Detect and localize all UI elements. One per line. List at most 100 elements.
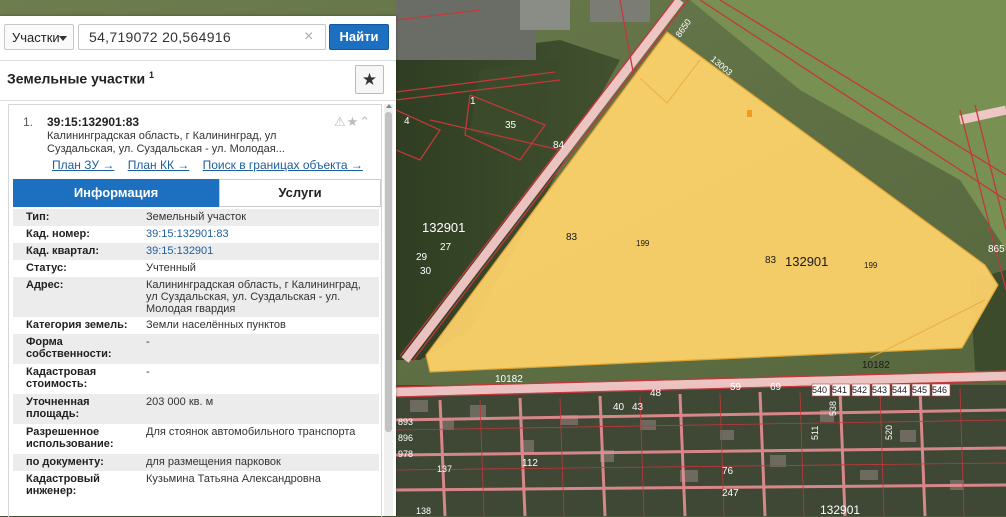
- search-panel: Участки × Найти Земельные участки 1 ★ 1.…: [0, 16, 396, 517]
- parcel-label-27: 27: [440, 242, 452, 253]
- parcel-label-138: 138: [416, 506, 431, 516]
- quarter-label-left: 132901: [422, 220, 465, 235]
- table-row: Адрес: Калининградская область, г Калини…: [13, 277, 379, 317]
- table-row: Разрешенное использование: Для стоянок а…: [13, 424, 379, 454]
- quarter-label-bottom: 132901: [820, 503, 860, 516]
- property-value: Земельный участок: [146, 211, 247, 223]
- result-index: 1.: [23, 115, 34, 129]
- parcel-label-40: 40: [613, 402, 625, 413]
- table-row: Кад. номер: 39:15:132901:83: [13, 226, 379, 243]
- parcel-label-69: 69: [770, 382, 782, 393]
- parcel-label-247: 247: [722, 488, 739, 499]
- scroll-thumb[interactable]: [385, 112, 392, 432]
- parcel-label-112: 112: [522, 458, 538, 469]
- parcel-label-29: 29: [416, 252, 428, 263]
- star-icon: ★: [361, 70, 378, 89]
- parcel-label-538: 538: [828, 401, 838, 416]
- section-title: Земельные участки 1: [7, 70, 154, 87]
- link-search-within[interactable]: Поиск в границах объекта →: [203, 158, 363, 172]
- parcel-label-83a: 83: [566, 232, 578, 243]
- quarter-label-main: 132901: [785, 254, 828, 269]
- property-key: Адрес:: [26, 279, 64, 291]
- search-input[interactable]: [78, 24, 326, 50]
- chevron-down-icon: [59, 36, 67, 41]
- table-row: Кадастровый инженер: Кузьмина Татьяна Ал…: [13, 471, 379, 501]
- property-key: Кад. номер:: [26, 228, 90, 240]
- table-row: Статус: Учтенный: [13, 260, 379, 277]
- property-value: Учтенный: [146, 262, 196, 274]
- parcel-label-893: 893: [398, 417, 413, 427]
- road-label-10182b: 10182: [862, 360, 890, 371]
- result-cad-number[interactable]: 39:15:132901:83: [47, 115, 139, 129]
- table-row: Кад. квартал: 39:15:132901: [13, 243, 379, 260]
- parcel-label-865: 865: [988, 244, 1005, 255]
- property-key: Тип:: [26, 211, 50, 223]
- search-type-label: Участки: [12, 30, 60, 45]
- parcel-label-30: 30: [420, 266, 432, 277]
- parcel-label-520: 520: [884, 425, 894, 440]
- table-row: Кадастровая стоимость: -: [13, 364, 379, 394]
- parcel-label-48: 48: [650, 388, 662, 399]
- parcel-label-59: 59: [730, 382, 742, 393]
- result-scrollbar[interactable]: [384, 104, 393, 516]
- road-label-10182a: 10182: [495, 374, 523, 385]
- property-key: Категория земель:: [26, 319, 128, 331]
- table-row: Категория земель: Земли населённых пункт…: [13, 317, 379, 334]
- parcel-label-137: 137: [437, 464, 452, 474]
- property-key: по документу:: [26, 456, 104, 468]
- search-bar: Участки × Найти: [0, 16, 396, 61]
- parcel-label-199a: 199: [636, 239, 650, 248]
- property-key: Кадастровый инженер:: [26, 473, 100, 497]
- parcel-label-83b: 83: [765, 255, 777, 266]
- result-action-icons[interactable]: ⚠★⌃: [334, 114, 371, 130]
- property-value: -: [146, 366, 150, 378]
- road-label-84: 84: [553, 140, 565, 151]
- parcel-label-43: 43: [632, 402, 644, 413]
- parcel-label-199b: 199: [864, 261, 878, 270]
- property-key: Статус:: [26, 262, 67, 274]
- result-links: План ЗУ → План КК → Поиск в границах объ…: [52, 158, 373, 172]
- property-key: Форма собственности:: [26, 336, 112, 360]
- favorites-button[interactable]: ★: [355, 65, 384, 94]
- properties-table: Тип: Земельный участок Кад. номер: 39:15…: [13, 209, 379, 501]
- table-row: по документу: для размещения парковок: [13, 454, 379, 471]
- parcel-label-978: 978: [398, 449, 413, 459]
- search-type-dropdown[interactable]: Участки: [4, 24, 74, 50]
- section-header: Земельные участки 1 ★: [0, 62, 396, 101]
- parcel-label-543: 543: [872, 385, 887, 395]
- parcel-label-896: 896: [398, 433, 413, 443]
- table-row: Форма собственности: -: [13, 334, 379, 364]
- section-title-text: Земельные участки: [7, 70, 146, 87]
- cad-number-link[interactable]: 39:15:132901:83: [146, 228, 379, 240]
- property-key: Разрешенное использование:: [26, 426, 114, 450]
- link-plan-kk[interactable]: План КК →: [128, 158, 190, 172]
- property-value: Для стоянок автомобильного транспорта: [146, 426, 356, 438]
- parcel-label-544: 544: [892, 385, 907, 395]
- scroll-up-icon[interactable]: [386, 104, 392, 108]
- property-key: Уточненная площадь:: [26, 396, 90, 420]
- tab-services[interactable]: Услуги: [219, 179, 381, 207]
- property-value: для размещения парковок: [146, 456, 281, 468]
- property-value: -: [146, 336, 150, 348]
- property-value: Калининградская область, г Калининград, …: [146, 279, 361, 315]
- link-plan-zu[interactable]: План ЗУ →: [52, 158, 114, 172]
- property-key: Кад. квартал:: [26, 245, 100, 257]
- table-row: Уточненная площадь: 203 000 кв. м: [13, 394, 379, 424]
- parcel-label-4: 4: [404, 116, 410, 127]
- result-count: 1: [148, 70, 154, 80]
- parcel-label-542: 542: [852, 385, 867, 395]
- cad-quarter-link[interactable]: 39:15:132901: [146, 245, 379, 257]
- parcel-label-76: 76: [722, 466, 734, 477]
- tab-information[interactable]: Информация: [13, 179, 219, 207]
- result-card[interactable]: 1. 39:15:132901:83 ⚠★⌃ Калининградская о…: [8, 104, 382, 517]
- table-row: Тип: Земельный участок: [13, 209, 379, 226]
- parcel-label-546: 546: [932, 385, 947, 395]
- clear-icon[interactable]: ×: [304, 28, 313, 46]
- property-value: Земли населённых пунктов: [146, 319, 286, 331]
- parcel-label-540: 540: [812, 385, 827, 395]
- parcel-label-511: 511: [810, 426, 820, 440]
- parcel-label-1: 1: [470, 96, 476, 107]
- parcel-label-545: 545: [912, 385, 927, 395]
- search-button[interactable]: Найти: [329, 24, 389, 50]
- property-key: Кадастровая стоимость:: [26, 366, 97, 390]
